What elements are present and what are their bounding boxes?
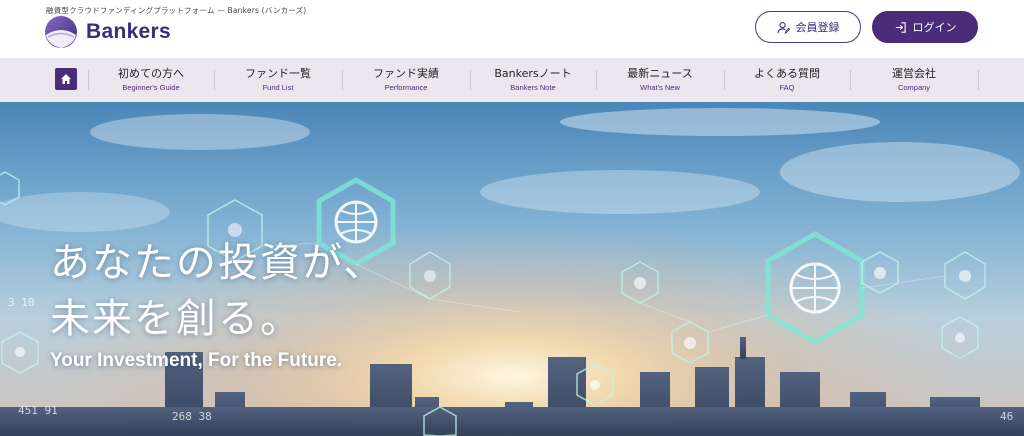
nav-item-company[interactable]: 運営会社 Company: [850, 58, 978, 102]
nav-item-sublabel: Fund List: [262, 83, 294, 92]
nav-item-bankers-note[interactable]: Bankersノート Bankers Note: [470, 58, 596, 102]
nav-item-label: 運営会社: [892, 67, 936, 80]
nav-item-sublabel: Performance: [384, 83, 428, 92]
logo-mark-icon: [44, 15, 78, 49]
login-button[interactable]: ログイン: [872, 11, 978, 43]
hero-number-label: 451 91: [18, 404, 58, 417]
main-nav: 初めての方へ Beginner's Guide ファンド一覧 Fund List…: [0, 58, 1024, 102]
nav-item-faq[interactable]: よくある質問 FAQ: [724, 58, 850, 102]
hero-subtitle: Your Investment, For the Future.: [50, 350, 343, 371]
hero-title-line-2: 未来を創る。: [50, 296, 302, 342]
nav-item-beginners-guide[interactable]: 初めての方へ Beginner's Guide: [88, 58, 214, 102]
nav-item-label: よくある質問: [754, 67, 820, 80]
nav-item-sublabel: What's New: [640, 83, 680, 92]
hero-number-label: 268 38: [172, 410, 212, 423]
nav-item-fund-list[interactable]: ファンド一覧 Fund List: [214, 58, 342, 102]
login-label: ログイン: [912, 21, 957, 34]
nav-item-label: 初めての方へ: [118, 67, 184, 80]
nav-item-whats-new[interactable]: 最新ニュース What's New: [596, 58, 724, 102]
register-button[interactable]: 会員登録: [755, 11, 861, 43]
nav-item-performance[interactable]: ファンド実績 Performance: [342, 58, 470, 102]
login-icon: [895, 21, 906, 33]
nav-item-sublabel: FAQ: [779, 83, 795, 92]
home-button[interactable]: [55, 68, 77, 90]
nav-item-label: Bankersノート: [494, 67, 572, 80]
user-edit-icon: [776, 21, 790, 34]
hero-title-line-1: あなたの投資が、: [50, 240, 386, 286]
hero-number-label: 46: [1000, 410, 1014, 423]
nav-item-sublabel: Bankers Note: [510, 83, 556, 92]
nav-item-sublabel: Beginner's Guide: [122, 83, 180, 92]
register-label: 会員登録: [795, 21, 840, 34]
hero-number-label: 3 10: [8, 296, 35, 309]
nav-item-label: 最新ニュース: [627, 67, 693, 80]
nav-divider: [978, 70, 979, 90]
hero-banner: 451 91 268 38 3 10 46 あなたの投資が、 未来を創る。 Yo…: [0, 102, 1024, 436]
nav-item-label: ファンド実績: [373, 67, 439, 80]
home-icon: [61, 74, 71, 84]
nav-item-sublabel: Company: [897, 83, 931, 92]
logo[interactable]: Bankers: [44, 15, 171, 49]
site-header: 融資型クラウドファンディングプラットフォーム — Bankers (バンカーズ)…: [0, 0, 1024, 58]
nav-item-label: ファンド一覧: [245, 67, 311, 80]
logo-text: Bankers: [86, 20, 171, 43]
